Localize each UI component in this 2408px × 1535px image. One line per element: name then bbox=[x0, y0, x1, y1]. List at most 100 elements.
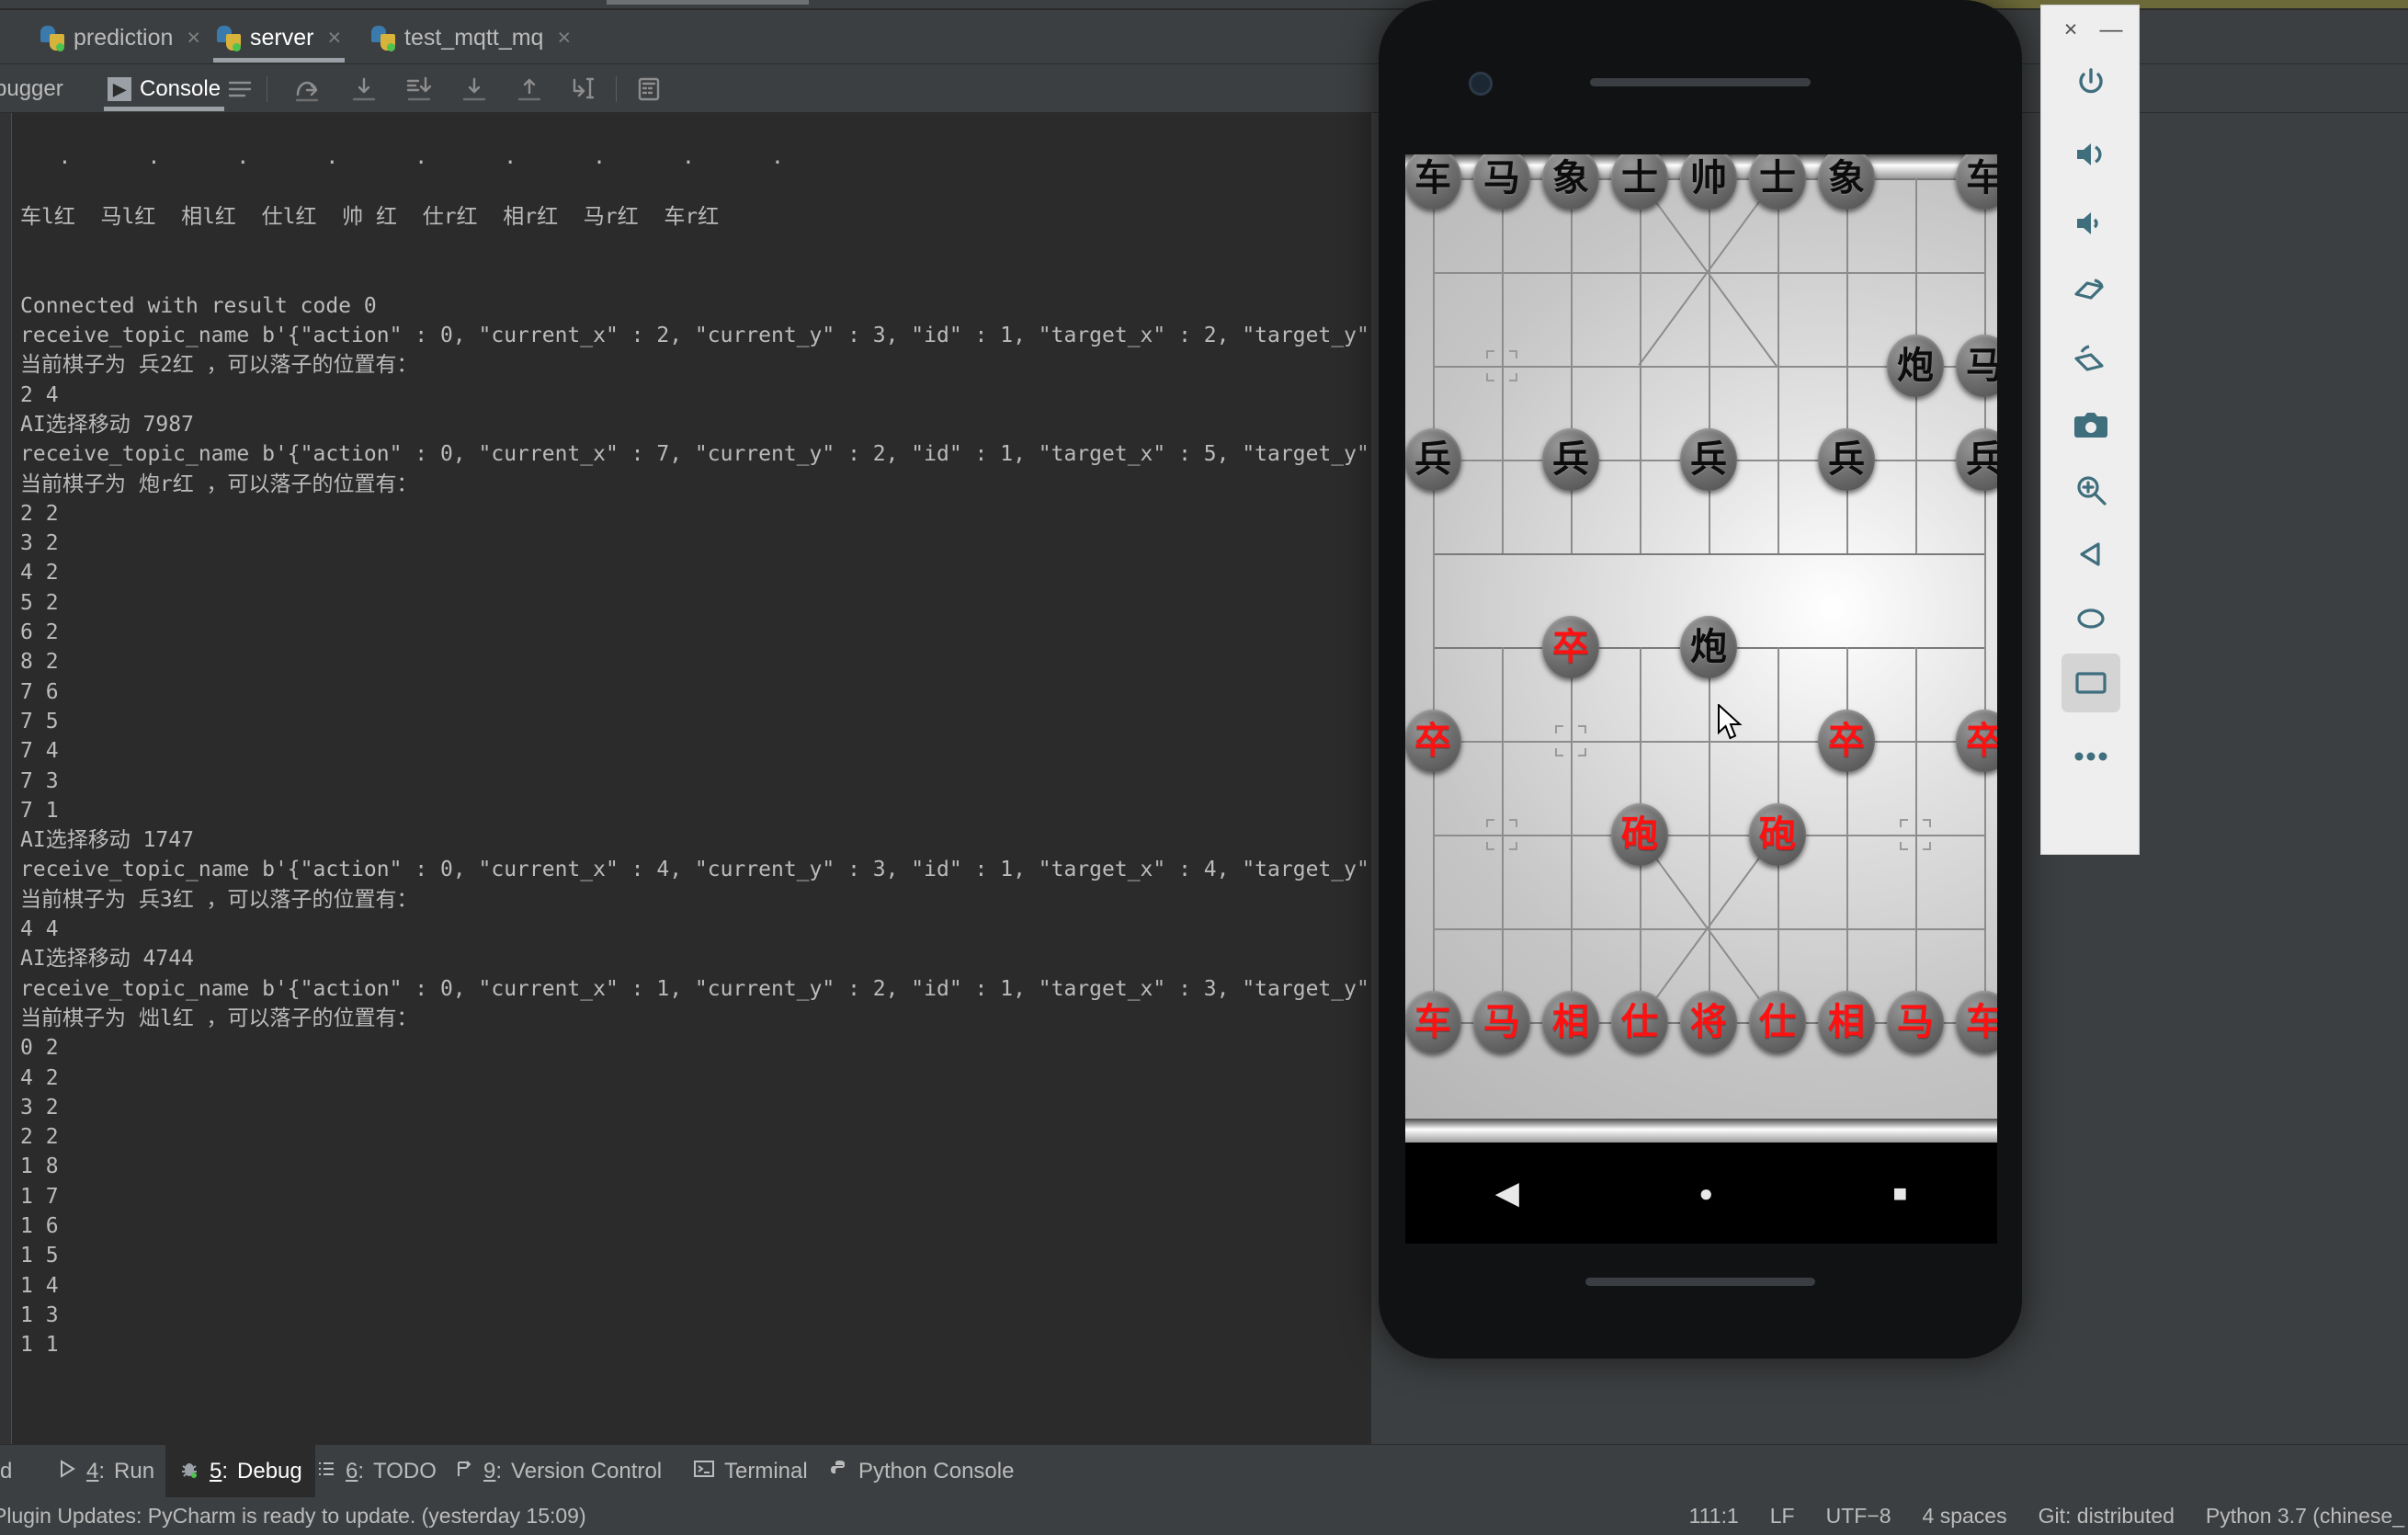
active-tab-underline bbox=[213, 58, 345, 63]
bottom-tool-d[interactable]: d bbox=[0, 1445, 25, 1498]
bottom-tool-run[interactable]: 4:Run bbox=[44, 1445, 167, 1498]
overview-square-icon[interactable] bbox=[2062, 654, 2120, 712]
chess-piece[interactable]: 仕 bbox=[1749, 991, 1806, 1053]
chess-piece[interactable]: 车 bbox=[1405, 991, 1461, 1053]
console-line: AI选择移动 7987 bbox=[20, 410, 1371, 439]
editor-tab-test_mqtt_mq[interactable]: test_mqtt_mq× bbox=[358, 11, 584, 64]
chess-piece[interactable]: 炮 bbox=[1887, 335, 1944, 397]
console-line: 7 3 bbox=[20, 767, 1371, 796]
console-line: 8 2 bbox=[20, 647, 1371, 677]
rotate-right-icon[interactable] bbox=[2062, 329, 2120, 388]
console-line: 7 1 bbox=[20, 796, 1371, 825]
python-file-icon bbox=[371, 26, 396, 51]
chess-piece[interactable]: 马 bbox=[1473, 991, 1530, 1053]
step-out-down-icon[interactable] bbox=[460, 74, 489, 104]
chess-piece[interactable]: 将 bbox=[1680, 991, 1737, 1053]
nav-home-icon[interactable]: ● bbox=[1698, 1179, 1713, 1208]
volume-down-icon[interactable] bbox=[2062, 194, 2120, 253]
console-line: 3 2 bbox=[20, 529, 1371, 558]
debug-tab-debugger[interactable]: bugger bbox=[0, 64, 74, 113]
close-tab-icon[interactable]: × bbox=[187, 27, 200, 50]
menu-icon[interactable] bbox=[225, 74, 255, 104]
minimize-icon[interactable]: — bbox=[2098, 17, 2124, 42]
debug-tab-label: Console bbox=[140, 76, 221, 102]
editor-tab-label: server bbox=[250, 25, 313, 51]
chess-piece[interactable]: 兵 bbox=[1405, 428, 1461, 491]
step-into-icon[interactable] bbox=[349, 74, 379, 104]
console-line: receive_topic_name b'{"action" : 0, "cur… bbox=[20, 439, 1371, 469]
chess-piece[interactable]: 卒 bbox=[1405, 710, 1461, 772]
console-line: 当前棋子为 兵2红 ，可以落子的位置有： bbox=[20, 350, 1371, 380]
console-line: receive_topic_name b'{"action" : 0, "cur… bbox=[20, 855, 1371, 884]
emulator-side-toolbar[interactable]: × — bbox=[2040, 5, 2140, 855]
emulator-window-buttons: × — bbox=[2041, 6, 2141, 53]
step-out-icon[interactable] bbox=[515, 74, 544, 104]
console-line: 当前棋子为 兵3红 ，可以落子的位置有： bbox=[20, 885, 1371, 915]
chess-piece[interactable]: 仕 bbox=[1611, 991, 1668, 1053]
console-line: 2 2 bbox=[20, 499, 1371, 529]
debug-tab-label: bugger bbox=[0, 76, 63, 102]
bottom-tool-terminal[interactable]: Terminal bbox=[680, 1445, 821, 1498]
status-item[interactable]: LF bbox=[1770, 1504, 1795, 1529]
chess-piece[interactable]: 炮 bbox=[1680, 616, 1737, 678]
board-file-line bbox=[1571, 178, 1573, 553]
board-position-marker bbox=[1550, 721, 1591, 761]
bottom-tool-debug[interactable]: 5:Debug bbox=[165, 1445, 315, 1498]
status-item[interactable]: UTF−8 bbox=[1826, 1504, 1891, 1529]
emulator-screen[interactable]: 车马象士帅士象车炮马兵兵兵兵兵卒炮卒卒卒砲砲车马相仕将仕相马车 bbox=[1405, 154, 1997, 1143]
close-tab-icon[interactable]: × bbox=[327, 27, 341, 50]
terminal-icon bbox=[693, 1459, 715, 1485]
android-emulator-device[interactable]: 车马象士帅士象车炮马兵兵兵兵兵卒炮卒卒卒砲砲车马相仕将仕相马车 ◀●■ bbox=[1379, 0, 2022, 1359]
screenshot-camera-icon[interactable] bbox=[2062, 396, 2120, 455]
status-item[interactable]: Git: distributed bbox=[2039, 1504, 2175, 1529]
rotate-left-icon[interactable] bbox=[2062, 261, 2120, 320]
chess-piece[interactable]: 相 bbox=[1542, 991, 1599, 1053]
debug-bug-icon bbox=[178, 1458, 200, 1486]
debug-tab-console[interactable]: ▶Console bbox=[97, 64, 232, 113]
close-icon[interactable]: × bbox=[2058, 17, 2084, 42]
chess-piece[interactable]: 卒 bbox=[1818, 710, 1875, 772]
evaluate-expression-icon[interactable] bbox=[634, 74, 664, 104]
bottom-tool-label: d bbox=[0, 1459, 12, 1484]
console-line: 3 2 bbox=[20, 1093, 1371, 1122]
chess-piece[interactable]: 相 bbox=[1818, 991, 1875, 1053]
force-step-into-icon[interactable] bbox=[404, 74, 434, 104]
bottom-tool-version-control[interactable]: 9:Version Control bbox=[441, 1445, 675, 1498]
console-line: 4 2 bbox=[20, 1063, 1371, 1093]
console-output-panel[interactable]: . . . . . . . . .车l红 马l红 相l红 仕l红 帅 红 仕r红… bbox=[0, 113, 1371, 1444]
more-ellipsis-icon[interactable] bbox=[2062, 727, 2120, 786]
nav-recents-icon[interactable]: ■ bbox=[1893, 1179, 1908, 1208]
bottom-tool-number: 5: bbox=[210, 1459, 228, 1484]
board-file-line bbox=[1571, 647, 1573, 1022]
board-position-marker bbox=[1895, 814, 1936, 855]
chess-piece[interactable]: 兵 bbox=[1680, 428, 1737, 491]
status-item[interactable]: 4 spaces bbox=[1923, 1504, 2007, 1529]
bottom-tool-python-console[interactable]: Python Console bbox=[816, 1445, 1027, 1498]
power-icon[interactable] bbox=[2062, 53, 2120, 112]
bottom-tool-todo[interactable]: 6:TODO bbox=[303, 1445, 449, 1498]
chess-piece[interactable]: 兵 bbox=[1542, 428, 1599, 491]
chess-piece[interactable]: 马 bbox=[1887, 991, 1944, 1053]
editor-tab-prediction[interactable]: prediction× bbox=[28, 11, 213, 64]
editor-tab-server[interactable]: server × bbox=[204, 11, 354, 64]
chess-piece[interactable]: 砲 bbox=[1611, 803, 1668, 866]
home-circle-icon[interactable] bbox=[2062, 589, 2120, 648]
chess-piece[interactable]: 兵 bbox=[1818, 428, 1875, 491]
close-tab-icon[interactable]: × bbox=[557, 27, 571, 50]
board-edge-bottom bbox=[1405, 1119, 1997, 1143]
bottom-tool-number: 4: bbox=[86, 1459, 105, 1484]
chess-piece[interactable]: 卒 bbox=[1542, 616, 1599, 678]
status-item[interactable]: Python 3.7 (chinese_ bbox=[2206, 1504, 2404, 1529]
status-item[interactable]: 111:1 bbox=[1689, 1504, 1739, 1529]
todo-list-icon bbox=[316, 1459, 336, 1485]
run-to-cursor-icon[interactable] bbox=[568, 74, 597, 104]
zoom-in-icon[interactable] bbox=[2062, 460, 2120, 519]
nav-back-icon[interactable]: ◀ bbox=[1495, 1175, 1519, 1211]
chess-piece[interactable]: 砲 bbox=[1749, 803, 1806, 866]
back-icon[interactable] bbox=[2062, 525, 2120, 584]
volume-up-icon[interactable] bbox=[2062, 125, 2120, 184]
android-navigation-bar[interactable]: ◀ ● ■ bbox=[1405, 1143, 1997, 1244]
step-over-icon[interactable] bbox=[292, 74, 322, 104]
front-camera-icon bbox=[1469, 72, 1493, 96]
xiangqi-board[interactable]: 车马象士帅士象车炮马兵兵兵兵兵卒炮卒卒卒砲砲车马相仕将仕相马车 bbox=[1405, 154, 1997, 1143]
